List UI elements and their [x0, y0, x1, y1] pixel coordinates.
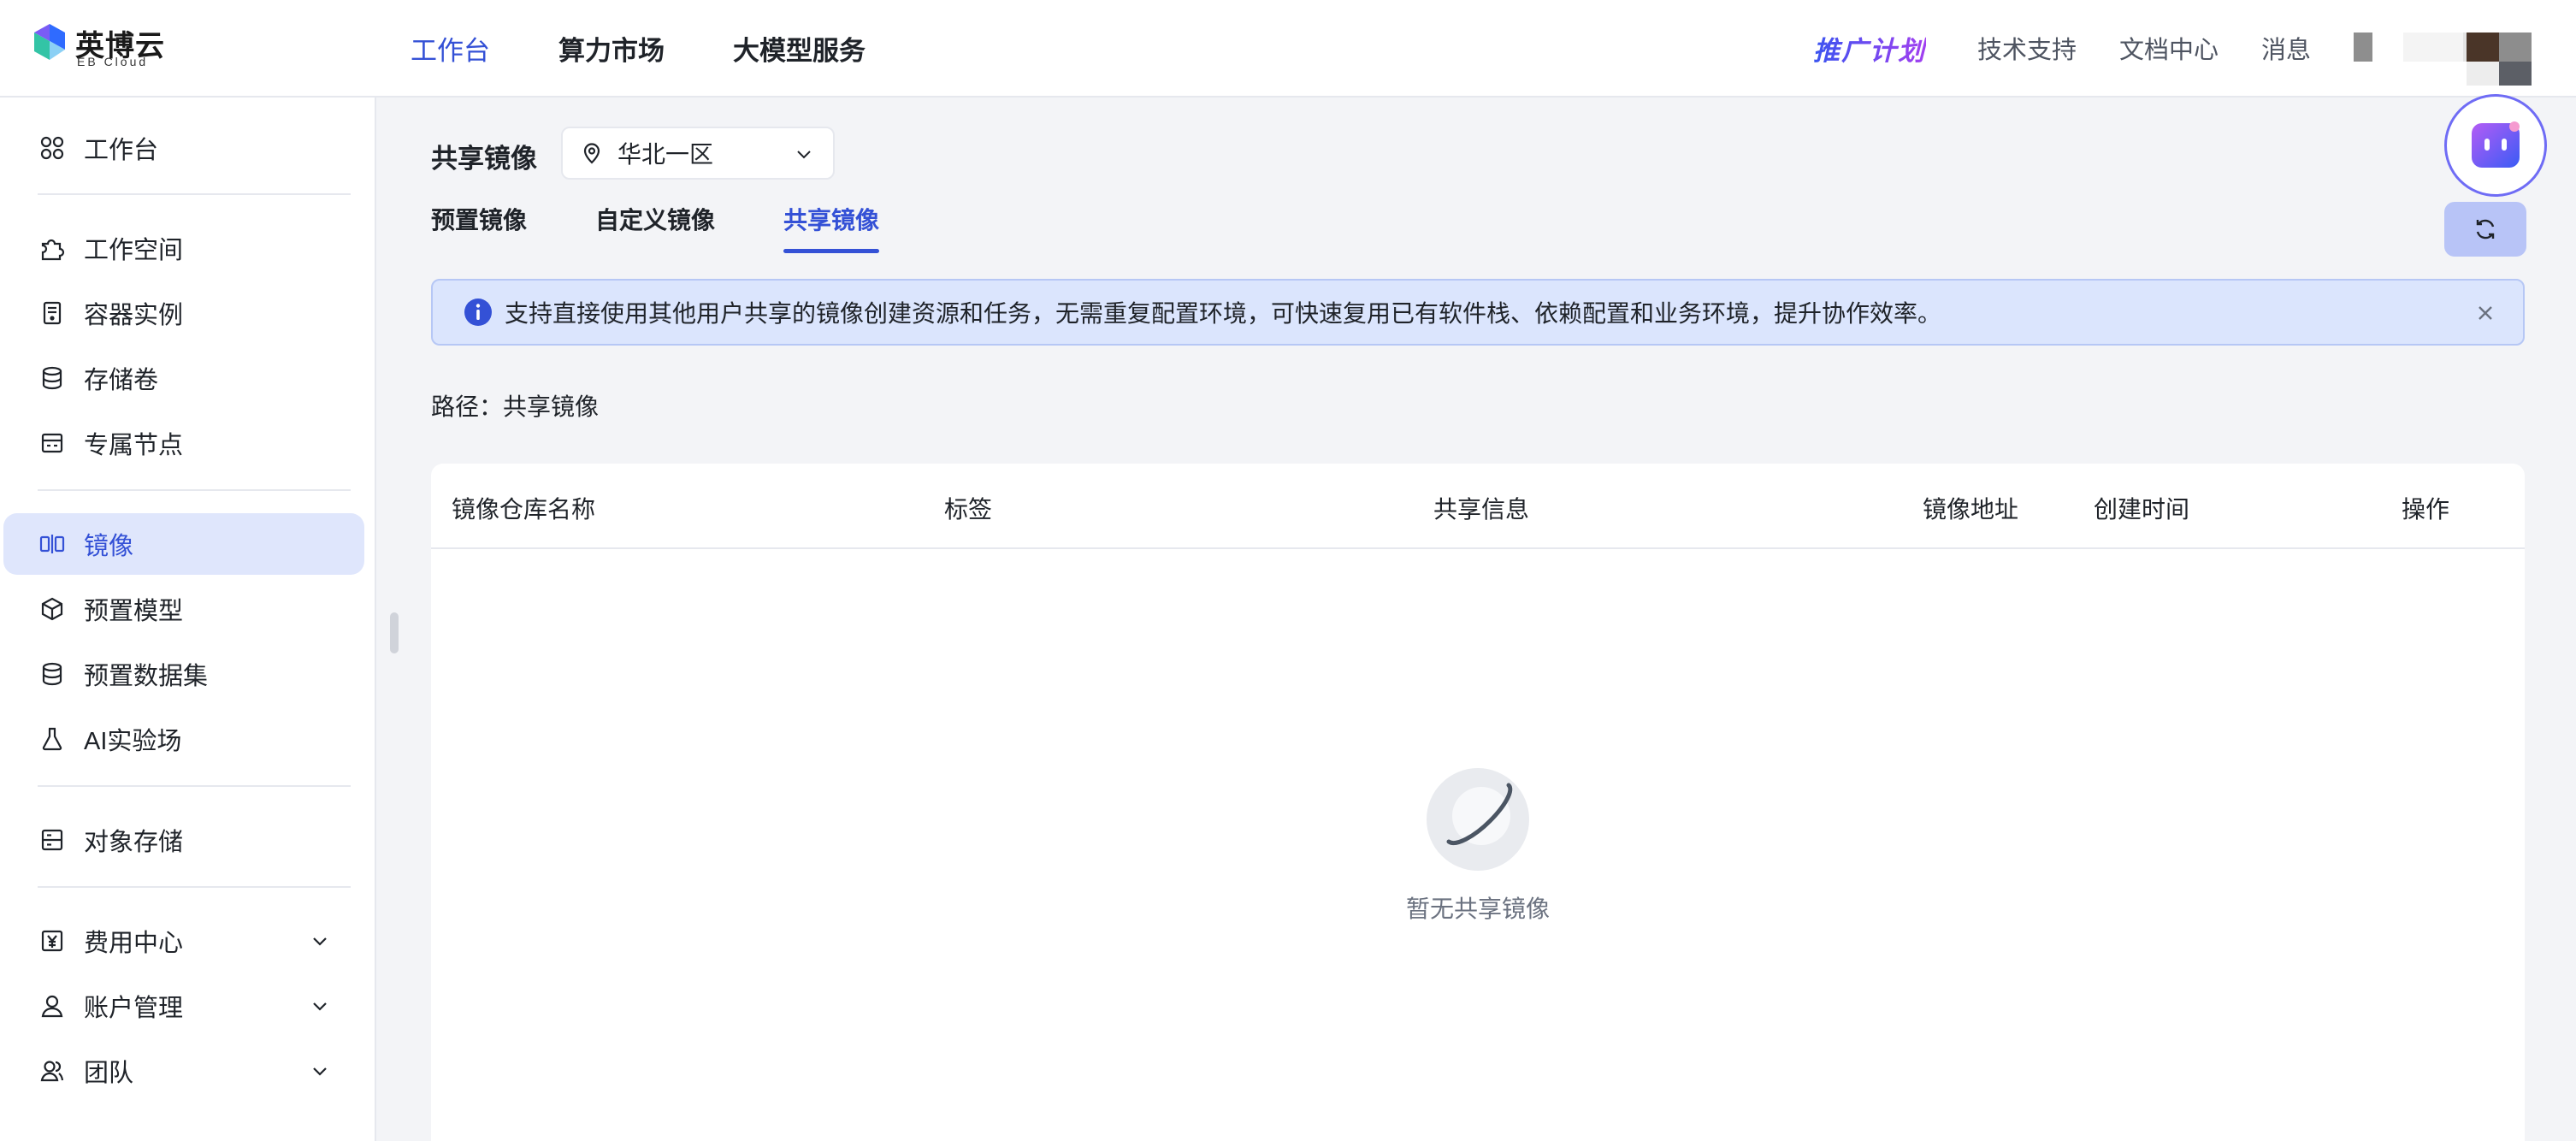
- sidebar-item-label: 账户管理: [84, 995, 184, 1022]
- logo[interactable]: 英博云 EB Cloud: [32, 21, 169, 72]
- top-nav: 工作台 算力市场 大模型服务: [411, 0, 934, 96]
- sidebar-item-team[interactable]: 团队: [3, 1040, 364, 1102]
- location-pin-icon: [583, 143, 600, 164]
- sidebar-item-preset-model[interactable]: 预置模型: [3, 578, 364, 640]
- refresh-button[interactable]: [2444, 202, 2526, 257]
- topnav-compute-market[interactable]: 算力市场: [558, 29, 665, 68]
- sidebar-item-label: 预置数据集: [84, 663, 209, 690]
- breadcrumb-label: 路径：: [431, 393, 504, 420]
- yen-icon: [38, 926, 67, 955]
- sidebar-item-image[interactable]: 镜像: [3, 513, 364, 575]
- sidebar-item-ai-lab[interactable]: AI实验场: [3, 708, 364, 770]
- column-header-created-time: 创建时间: [2094, 496, 2190, 523]
- sidebar-item-billing[interactable]: 费用中心: [3, 910, 364, 972]
- puzzle-icon: [38, 234, 67, 263]
- storage-icon: [38, 825, 67, 854]
- tab-shared-image[interactable]: 共享镜像: [783, 202, 880, 253]
- sidebar-divider: [38, 489, 351, 491]
- team-icon: [38, 1056, 67, 1085]
- column-header-actions: 操作: [2402, 496, 2450, 523]
- info-icon: [464, 299, 492, 326]
- region-select[interactable]: 华北一区: [561, 127, 835, 180]
- info-alert: 支持直接使用其他用户共享的镜像创建资源和任务，无需重复配置环境，可快速复用已有软…: [431, 279, 2525, 346]
- topnav-workbench[interactable]: 工作台: [411, 29, 490, 68]
- region-select-value: 华北一区: [617, 141, 714, 168]
- sidebar-item-label: AI实验场: [84, 728, 182, 755]
- sidebar-item-object-storage[interactable]: 对象存储: [3, 809, 364, 871]
- cube-icon: [38, 594, 67, 624]
- promo-plan-link[interactable]: 推广计划: [1813, 29, 1926, 68]
- empty-state-text: 暂无共享镜像: [1405, 896, 1550, 922]
- sidebar-item-workbench[interactable]: 工作台: [3, 117, 364, 179]
- shared-image-table: 镜像仓库名称 标签 共享信息 镜像地址 创建时间 操作 暂无共享镜像: [431, 464, 2525, 1141]
- sidebar-item-label: 费用中心: [84, 930, 184, 957]
- image-mirror-icon: [38, 529, 67, 559]
- sidebar-divider: [38, 193, 351, 195]
- dataset-icon: [38, 659, 67, 689]
- grid-icon: [38, 133, 67, 163]
- tab-custom-image[interactable]: 自定义镜像: [595, 202, 715, 253]
- sidebar-divider: [38, 785, 351, 787]
- assistant-bot-button[interactable]: [2444, 94, 2547, 197]
- sidebar-item-label: 对象存储: [84, 829, 184, 856]
- chevron-down-icon: [313, 1067, 327, 1076]
- brand-subtitle: EB Cloud: [77, 55, 149, 68]
- logo-mark-icon: [34, 24, 65, 60]
- column-header-share-info: 共享信息: [1433, 496, 1530, 523]
- docs-center-link[interactable]: 文档中心: [2119, 30, 2219, 66]
- column-header-image-address: 镜像地址: [1923, 496, 2019, 523]
- column-header-tag: 标签: [944, 496, 993, 523]
- image-tabs: 预置镜像 自定义镜像 共享镜像: [431, 202, 948, 253]
- top-right-actions: 推广计划 技术支持 文档中心 消息: [1813, 0, 2542, 96]
- sidebar-item-label: 工作空间: [84, 237, 184, 264]
- sidebar-item-dedicated-node[interactable]: 专属节点: [3, 412, 364, 474]
- sidebar-item-container-instance[interactable]: 容器实例: [3, 282, 364, 344]
- empty-state: 暂无共享镜像: [431, 766, 2525, 925]
- column-header-repo-name: 镜像仓库名称: [452, 496, 596, 523]
- tech-support-link[interactable]: 技术支持: [1977, 30, 2077, 66]
- sidebar-item-account[interactable]: 账户管理: [3, 975, 364, 1037]
- user-icon: [38, 991, 67, 1020]
- topnav-llm-service[interactable]: 大模型服务: [733, 29, 866, 68]
- breadcrumb: 路径：共享镜像: [431, 388, 599, 423]
- chevron-down-icon: [313, 1002, 327, 1011]
- sidebar-item-preset-dataset[interactable]: 预置数据集: [3, 643, 364, 705]
- sidebar-collapse-handle[interactable]: [390, 612, 399, 653]
- messages-link[interactable]: 消息: [2261, 30, 2311, 66]
- sidebar-item-storage-volume[interactable]: 存储卷: [3, 347, 364, 409]
- container-icon: [38, 299, 67, 328]
- flask-icon: [38, 724, 67, 754]
- robot-icon: [2472, 121, 2520, 168]
- close-icon[interactable]: [2473, 301, 2497, 325]
- breadcrumb-current[interactable]: 共享镜像: [503, 393, 599, 420]
- alert-text: 支持直接使用其他用户共享的镜像创建资源和任务，无需重复配置环境，可快速复用已有软…: [505, 300, 1942, 327]
- refresh-icon: [2476, 219, 2495, 239]
- sidebar-item-label: 镜像: [84, 533, 134, 560]
- top-bar: 英博云 EB Cloud 工作台 算力市场 大模型服务 推广计划 技术支持 文档…: [0, 0, 2576, 98]
- user-avatar[interactable]: [2354, 21, 2542, 86]
- tab-preset-image[interactable]: 预置镜像: [431, 202, 527, 253]
- sidebar-item-label: 团队: [84, 1060, 134, 1087]
- chevron-down-icon: [797, 151, 811, 159]
- sidebar-item-label: 工作台: [84, 137, 159, 164]
- empty-planet-icon: [1427, 768, 1529, 871]
- sidebar-item-workspace[interactable]: 工作空间: [3, 217, 364, 279]
- sidebar-item-label: 预置模型: [84, 598, 184, 625]
- database-icon: [38, 364, 67, 393]
- sidebar-item-label: 容器实例: [84, 302, 184, 329]
- sidebar-item-label: 存储卷: [84, 367, 159, 394]
- sidebar-item-label: 专属节点: [84, 432, 184, 459]
- chevron-down-icon: [313, 937, 327, 946]
- server-icon: [38, 429, 67, 458]
- table-header: 镜像仓库名称 标签 共享信息 镜像地址 创建时间 操作: [431, 464, 2525, 549]
- sidebar-divider: [38, 886, 351, 888]
- sidebar: 工作台 工作空间 容器实例 存储卷 专属节点 镜像 预置模型 预置数据集 AI实…: [0, 98, 376, 1141]
- page-title: 共享镜像: [431, 144, 537, 174]
